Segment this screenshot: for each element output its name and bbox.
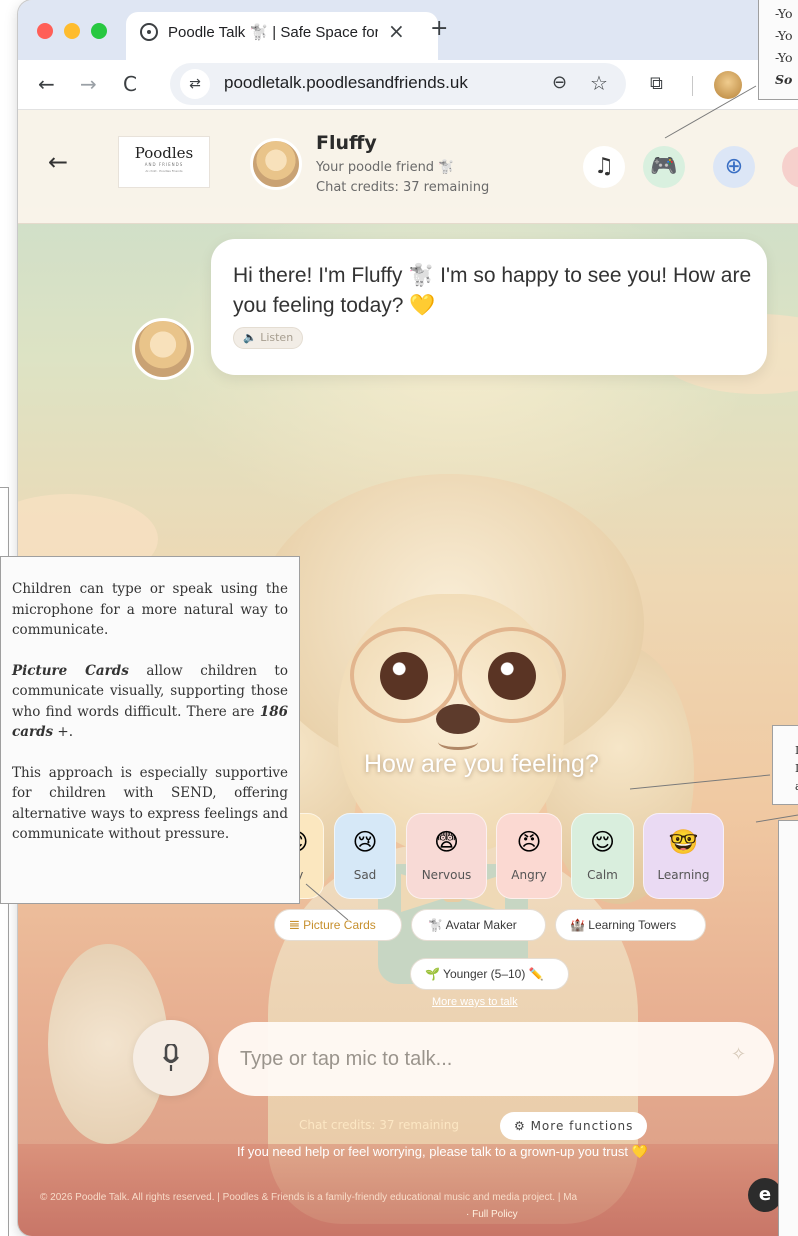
mood-button-nervous[interactable]: 😨 Nervous: [406, 813, 487, 899]
sparkle-icon[interactable]: ✧: [731, 1044, 746, 1065]
annotation-input-methods: Children can type or speak using the mic…: [0, 556, 300, 904]
mood-button-learning[interactable]: 🤓 Learning: [643, 813, 724, 899]
annotation-line: -Yo: [775, 50, 793, 65]
annotation-paragraph: Children can type or speak using the mic…: [12, 581, 288, 638]
character-avatar: [250, 138, 302, 190]
mic-icon: [163, 1044, 179, 1071]
age-mode-button[interactable]: 🌱 Younger (5–10) ✏️: [410, 958, 569, 990]
more-ways-link[interactable]: More ways to talk: [432, 996, 518, 1008]
message-text: Hi there! I'm Fluffy 🐩 I'm so happy to s…: [233, 264, 752, 317]
close-window-button[interactable]: [37, 23, 53, 39]
browser-toolbar: ← → C ⇄ poodletalk.poodlesandfriends.uk …: [18, 60, 798, 110]
footer-credits: Chat credits: 37 remaining: [299, 1118, 459, 1132]
message-avatar: [132, 318, 194, 380]
toolbar-divider: [692, 76, 693, 96]
tab-title: Poodle Talk 🐩 | Safe Space for Children: [168, 24, 378, 41]
poodle-mouth: [438, 734, 478, 750]
game-controller-icon[interactable]: 🎮: [643, 146, 685, 188]
back-icon[interactable]: ←: [38, 72, 55, 96]
picture-cards-button[interactable]: 𝌆 Picture Cards: [274, 909, 402, 941]
annotation-line: -Yo: [775, 28, 793, 43]
character-role: Your poodle friend 🐩: [316, 160, 455, 175]
more-functions-button[interactable]: ⚙ More functions: [500, 1112, 648, 1140]
profile-avatar[interactable]: [714, 71, 742, 99]
music-icon[interactable]: ♫: [583, 146, 625, 188]
chat-header: ← Poodles AND FRIENDS AI child · Poodles…: [18, 110, 798, 224]
mood-label: Learning: [657, 868, 710, 882]
calm-emoji-icon: 😌: [589, 828, 616, 856]
mood-button-sad[interactable]: 😢 Sad: [334, 813, 396, 899]
annotation-moods: I I a: [772, 725, 798, 805]
poodle-eye: [488, 652, 536, 700]
chat-credits: Chat credits: 37 remaining: [316, 180, 490, 195]
annotation-panel: [778, 820, 798, 1236]
mood-question: How are you feeling?: [364, 750, 599, 778]
forward-icon[interactable]: →: [80, 72, 97, 96]
poodle-eye: [380, 652, 428, 700]
logo-tagline: AI child · Poodles Friends: [145, 169, 183, 173]
message-input[interactable]: [218, 1022, 774, 1096]
url-text[interactable]: poodletalk.poodlesandfriends.uk: [224, 73, 468, 93]
learning-towers-button[interactable]: 🏰 Learning Towers: [555, 909, 706, 941]
mood-label: Calm: [587, 868, 618, 882]
avatar-maker-button[interactable]: 🐩 Avatar Maker: [411, 909, 546, 941]
mood-button-calm[interactable]: 😌 Calm: [571, 813, 634, 899]
annotation-line: So: [775, 72, 793, 87]
maximize-window-button[interactable]: [91, 23, 107, 39]
sad-emoji-icon: 😢: [352, 828, 378, 856]
annotation-games: -Yo -Yo -Yo So: [758, 0, 798, 100]
logo-subtitle: AND FRIENDS: [144, 162, 184, 167]
annotation-paragraph: This approach is especially supportive f…: [12, 764, 288, 843]
globe-icon: [140, 23, 158, 41]
zoom-icon[interactable]: ⊖: [552, 72, 567, 93]
language-globe-icon[interactable]: ⊕: [713, 146, 755, 188]
poodle-nose: [436, 704, 480, 734]
listen-button[interactable]: 🔈 Listen: [233, 327, 304, 349]
back-arrow-icon[interactable]: ←: [48, 148, 68, 176]
poodles-logo[interactable]: Poodles AND FRIENDS AI child · Poodles F…: [118, 136, 210, 188]
nervous-emoji-icon: 😨: [433, 828, 460, 856]
tab-poodle-talk[interactable]: Poodle Talk 🐩 | Safe Space for Children …: [126, 12, 438, 60]
annotation-paragraph: Picture Cards allow children to communic…: [12, 661, 288, 743]
logo-title: Poodles: [134, 144, 194, 162]
help-message: If you need help or feel worrying, pleas…: [237, 1144, 648, 1159]
mood-button-angry[interactable]: 😠 Angry: [496, 813, 562, 899]
annotation-emphasis: Picture Cards: [12, 662, 129, 679]
character-name: Fluffy: [316, 132, 377, 154]
annotation-line: -Yo: [775, 6, 793, 21]
address-bar[interactable]: ⇄ poodletalk.poodlesandfriends.uk ⊖ ☆: [170, 63, 626, 105]
tab-strip: Poodle Talk 🐩 | Safe Space for Children …: [18, 0, 798, 60]
extensions-icon[interactable]: ⧉: [650, 73, 663, 94]
bookmark-star-icon[interactable]: ☆: [590, 71, 608, 95]
minimize-window-button[interactable]: [64, 23, 80, 39]
angry-emoji-icon: 😠: [516, 828, 542, 856]
annotation-text: +.: [53, 724, 74, 740]
alert-icon[interactable]: !: [782, 146, 798, 188]
close-icon[interactable]: ×: [388, 19, 405, 43]
assistant-message: Hi there! I'm Fluffy 🐩 I'm so happy to s…: [211, 239, 767, 375]
reload-icon[interactable]: C: [123, 72, 137, 96]
new-tab-button[interactable]: +: [430, 16, 448, 41]
mood-label: Sad: [353, 868, 377, 882]
microphone-button[interactable]: [133, 1020, 209, 1096]
site-info-icon[interactable]: ⇄: [180, 69, 210, 99]
copyright-text: © 2026 Poodle Talk. All rights reserved.…: [40, 1192, 578, 1203]
full-policy-link[interactable]: · Full Policy: [466, 1209, 518, 1220]
nerd-emoji-icon: 🤓: [668, 828, 699, 856]
help-widget-button[interactable]: e: [748, 1178, 782, 1212]
mood-label: Angry: [511, 868, 547, 882]
mood-label: Nervous: [421, 868, 472, 882]
